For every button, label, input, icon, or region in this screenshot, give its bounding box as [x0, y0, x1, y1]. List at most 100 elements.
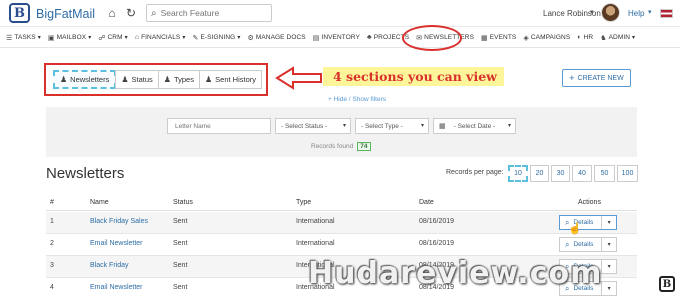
user-menu-caret-icon[interactable]: ▾: [590, 8, 594, 16]
projects-icon: ♣: [367, 34, 372, 41]
details-button[interactable]: ⌕ Details: [560, 238, 603, 251]
crm-icon: ☍: [98, 34, 106, 42]
row-status: Sent: [173, 284, 188, 291]
refresh-icon[interactable]: ↻: [124, 6, 138, 20]
row-number: 4: [50, 284, 54, 291]
rpp-option[interactable]: 30: [551, 165, 570, 182]
nav-item-hr[interactable]: ◐ HR: [577, 34, 593, 41]
types-icon: ♟: [163, 75, 171, 84]
calendar-icon: ▦: [439, 123, 446, 130]
nav-item-label: MAILBOX: [56, 34, 87, 41]
date-select[interactable]: ▦ - Select Date - ▾: [433, 118, 516, 134]
chevron-down-icon[interactable]: ▾: [602, 285, 616, 292]
tab-types[interactable]: ♟ Types: [157, 70, 200, 89]
rpp-option[interactable]: 100: [617, 165, 638, 182]
nav-item-label: HR: [583, 34, 594, 41]
inventory-icon: ▤: [312, 34, 320, 42]
main-nav: ☰ TASKS ▾ ▣ MAILBOX ▾ ☍ CRM ▾ ⌂ FINANCIALS ▾ ✎ E-SIGN…: [0, 28, 680, 48]
mailbox-icon: ▣: [47, 34, 55, 42]
language-flag-icon[interactable]: [660, 9, 673, 18]
table-row[interactable]: 1 Black Friday Sales Sent International 08/1…: [46, 212, 637, 234]
home-icon[interactable]: ⌂: [105, 6, 119, 20]
page: B BigFatMail ⌂ ↻ ⌕ Lance Robinson ▾ Help…: [0, 0, 680, 297]
details-button-group: ⌕ Details ▾: [559, 237, 617, 252]
row-number: 1: [50, 218, 54, 225]
table-row[interactable]: 2 Email Newsletter Sent International 08/16/…: [46, 234, 637, 256]
nav-item-label: CRM: [107, 34, 123, 41]
tab-newsletters[interactable]: ♟ Newsletters: [53, 70, 117, 89]
top-bar: B BigFatMail ⌂ ↻ ⌕ Lance Robinson ▾ Help…: [0, 0, 680, 27]
help-menu[interactable]: Help: [628, 9, 644, 18]
column-header-date[interactable]: Date: [419, 199, 434, 206]
column-header-status[interactable]: Status: [173, 199, 193, 206]
nav-item-inventory[interactable]: ▤ INVENTORY: [313, 34, 360, 42]
nav-item-label: INVENTORY: [321, 34, 361, 41]
section-tabs: ♟ Newsletters ♟ Status ♟ Types ♟ Sent Histor…: [53, 70, 263, 89]
feature-search[interactable]: ⌕: [146, 4, 272, 22]
records-per-page-label: Records per page:: [446, 169, 504, 176]
filter-panel: - Select Status -▾ - Select Type -▾ ▦- S…: [46, 107, 637, 157]
annotation-callout: 4 sections you can view: [323, 67, 504, 86]
row-status: Sent: [173, 240, 188, 247]
nav-item-crm[interactable]: ☍ CRM ▾: [98, 34, 127, 42]
brand-name[interactable]: BigFatMail: [36, 7, 95, 21]
chevron-down-icon: ▾: [37, 35, 41, 41]
row-name-link[interactable]: Email Newsletter: [90, 240, 143, 247]
rpp-option[interactable]: 40: [572, 165, 592, 182]
chevron-down-icon[interactable]: ▾: [602, 219, 616, 226]
chevron-down-icon: ▾: [182, 35, 186, 41]
row-name-link[interactable]: Black Friday Sales: [90, 218, 148, 225]
nav-item-financials[interactable]: ⌂ FINANCIALS ▾: [135, 34, 186, 41]
arrow-icon: [275, 66, 322, 90]
app-logo[interactable]: B: [9, 3, 30, 23]
letter-name-field[interactable]: [167, 118, 271, 134]
rpp-option[interactable]: 20: [530, 165, 549, 182]
watermark: Hudareview.com: [308, 256, 603, 291]
nav-item-mailbox[interactable]: ▣ MAILBOX ▾: [48, 34, 91, 42]
nav-item-campaigns[interactable]: ◈ CAMPAIGNS: [523, 34, 570, 42]
nav-item-manage-docs[interactable]: ⚙ MANAGE DOCS: [247, 34, 305, 42]
list-icon: ☰: [6, 34, 13, 42]
type-select[interactable]: - Select Type - ▾: [355, 118, 429, 134]
column-header-name[interactable]: Name: [90, 199, 109, 206]
pen-icon: ✎: [192, 34, 199, 42]
bank-icon: ⌂: [134, 34, 140, 41]
nav-item-label: FINANCIALS: [141, 34, 181, 41]
tab-sent-history[interactable]: ♟ Sent History: [198, 70, 263, 89]
column-header-type[interactable]: Type: [296, 199, 311, 206]
chevron-down-icon: ▾: [88, 35, 92, 41]
column-header-number[interactable]: #: [50, 199, 54, 206]
plus-icon: +: [569, 73, 575, 83]
chevron-down-icon[interactable]: ▾: [602, 241, 616, 248]
nav-item-label: MANAGE DOCS: [255, 34, 306, 41]
rpp-option[interactable]: 10: [508, 165, 528, 182]
toggle-filters-link[interactable]: + Hide / Show filters: [328, 96, 386, 103]
mouse-cursor-icon: ☝: [568, 223, 582, 235]
search-input[interactable]: [160, 8, 261, 18]
status-select[interactable]: - Select Status - ▾: [275, 118, 351, 134]
nav-item-label: EVENTS: [489, 34, 517, 41]
avatar[interactable]: [601, 3, 620, 22]
row-name-link[interactable]: Black Friday: [90, 262, 129, 269]
create-new-button[interactable]: + CREATE NEW: [562, 69, 631, 87]
nav-item-admin[interactable]: ♞ ADMIN ▾: [600, 34, 635, 42]
history-icon: ♟: [204, 75, 213, 84]
page-title: Newsletters: [46, 165, 125, 182]
docs-icon: ⚙: [247, 34, 254, 42]
search-icon: ⌕: [151, 7, 157, 19]
nav-item-e-signing[interactable]: ✎ E-SIGNING ▾: [193, 34, 241, 42]
help-caret-icon[interactable]: ▾: [648, 8, 652, 16]
chevron-down-icon: ▾: [342, 123, 346, 129]
row-number: 2: [50, 240, 54, 247]
chevron-down-icon[interactable]: ▾: [602, 263, 616, 270]
letter-name-input[interactable]: [173, 122, 270, 130]
nav-item-events[interactable]: ▦ EVENTS: [481, 34, 516, 42]
nav-item-label: E-SIGNING: [200, 34, 236, 41]
row-name-link[interactable]: Email Newsletter: [90, 284, 143, 291]
rpp-option[interactable]: 50: [594, 165, 615, 182]
row-status: Sent: [173, 218, 188, 225]
row-status: Sent: [173, 262, 188, 269]
status-icon: ♟: [121, 75, 129, 84]
tab-status[interactable]: ♟ Status: [115, 70, 159, 89]
nav-item-tasks[interactable]: ☰ TASKS ▾: [6, 34, 41, 42]
